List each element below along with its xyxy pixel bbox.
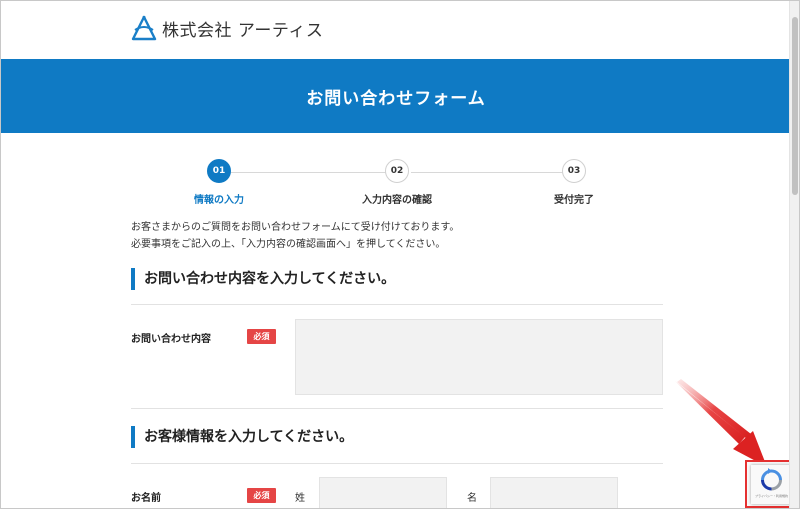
last-name-label: 姓 [295,493,305,504]
step-2: 02 入力内容の確認 [337,159,457,206]
step-number: 03 [562,159,586,183]
page-hero-banner: お問い合わせフォーム [1,59,791,133]
step-label: 情報の入力 [194,195,244,206]
inquiry-content-textarea[interactable] [295,319,663,395]
required-badge: 必須 [247,488,276,503]
vertical-scrollbar[interactable] [789,1,799,508]
last-name-input[interactable] [319,477,447,508]
step-label: 入力内容の確認 [362,195,432,206]
step-label: 受付完了 [554,195,594,206]
recaptcha-privacy-text[interactable]: プライバシー・利用規約 [753,494,790,498]
intro-line: 必要事項をご記入の上、「入力内容の確認画面へ」を押してください。 [131,239,446,250]
scrollbar-thumb[interactable] [792,17,798,195]
recaptcha-icon [761,468,782,491]
section-divider [131,304,663,305]
name-label: お名前 [131,493,161,504]
section-divider [131,463,663,464]
progress-steps: 01 情報の入力 02 入力内容の確認 03 受付完了 [131,159,663,209]
section-heading-customer: お客様情報を入力してください。 [131,426,663,448]
form-intro-text: お客さまからのご質問をお問い合わせフォームにて受け付けております。 必要事項をご… [131,219,671,253]
step-number: 02 [385,159,409,183]
first-name-label: 名 [467,493,477,504]
page-title: お問い合わせフォーム [306,88,486,109]
red-arrow-icon [675,379,767,467]
step-1: 01 情報の入力 [159,159,279,206]
recaptcha-badge[interactable]: プライバシー・利用規約 [751,465,792,504]
first-name-input[interactable] [490,477,618,508]
artis-logo-icon [131,15,157,41]
site-header: 株式会社 アーティス [1,1,791,59]
site-logo[interactable]: 株式会社 アーティス [131,15,323,41]
browser-viewport: 株式会社 アーティス お問い合わせフォーム 01 情報の入力 02 入力内容の確… [0,0,800,509]
step-3: 03 受付完了 [514,159,634,206]
section-divider [131,408,663,409]
company-name: 株式会社 アーティス [162,20,324,41]
step-number: 01 [207,159,231,183]
inquiry-content-label: お問い合わせ内容 [131,334,211,345]
section-heading-inquiry: お問い合わせ内容を入力してください。 [131,268,663,290]
intro-line: お客さまからのご質問をお問い合わせフォームにて受け付けております。 [131,222,460,233]
required-badge: 必須 [247,329,276,344]
